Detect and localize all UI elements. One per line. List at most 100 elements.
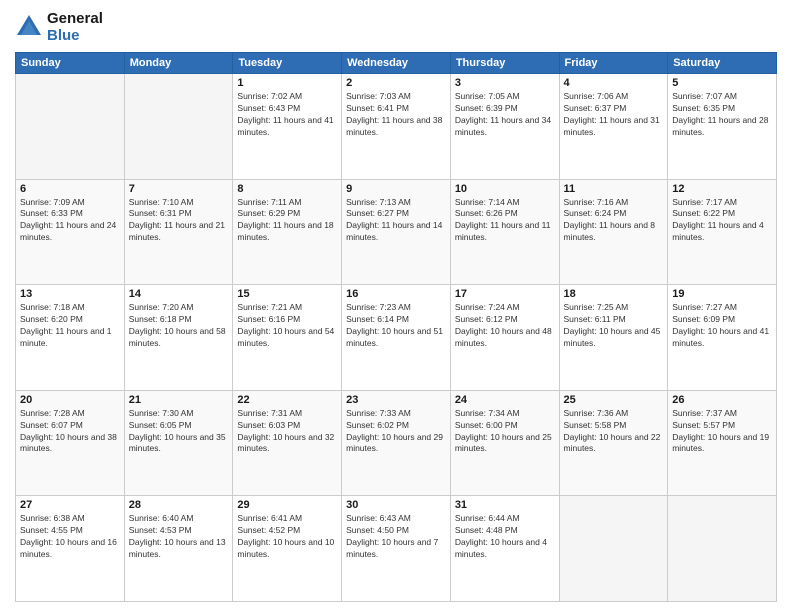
calendar-cell: 31 Sunrise: 6:44 AM Sunset: 4:48 PM Dayli… (450, 496, 559, 602)
weekday-thursday: Thursday (450, 53, 559, 74)
week-row-1: 1Sunrise: 7:02 AM Sunset: 6:43 PM Daylig… (16, 74, 777, 180)
calendar-cell: 16 Sunrise: 7:23 AM Sunset: 6:14 PM Dayli… (342, 285, 451, 391)
day-number: 16 (346, 288, 446, 300)
week-row-2: 6 Sunrise: 7:09 AM Sunset: 6:33 PM Daylig… (16, 179, 777, 285)
calendar-cell: 30 Sunrise: 6:43 AM Sunset: 4:50 PM Dayli… (342, 496, 451, 602)
day-number: 24 (455, 394, 555, 406)
header: General Blue (15, 10, 777, 44)
week-row-3: 13 Sunrise: 7:18 AM Sunset: 6:20 PM Dayli… (16, 285, 777, 391)
calendar-cell: 13 Sunrise: 7:18 AM Sunset: 6:20 PM Dayli… (16, 285, 125, 391)
page: General Blue SundayMondayTuesdayWednesda… (0, 0, 792, 612)
day-info: Sunrise: 6:40 AM Sunset: 4:53 PM Dayligh… (129, 513, 229, 561)
day-number: 9 (346, 183, 446, 195)
day-number: 1 (237, 77, 337, 89)
day-number: 18 (564, 288, 664, 300)
calendar-cell: 27 Sunrise: 6:38 AM Sunset: 4:55 PM Dayli… (16, 496, 125, 602)
calendar-cell: 15Sunrise: 7:21 AM Sunset: 6:16 PM Dayli… (233, 285, 342, 391)
day-number: 4 (564, 77, 664, 89)
day-info: Sunrise: 7:25 AM Sunset: 6:11 PM Dayligh… (564, 302, 664, 350)
calendar-cell: 6 Sunrise: 7:09 AM Sunset: 6:33 PM Daylig… (16, 179, 125, 285)
day-number: 23 (346, 394, 446, 406)
day-info: Sunrise: 6:38 AM Sunset: 4:55 PM Dayligh… (20, 513, 120, 561)
day-number: 3 (455, 77, 555, 89)
day-number: 28 (129, 499, 229, 511)
day-info: Sunrise: 6:43 AM Sunset: 4:50 PM Dayligh… (346, 513, 446, 561)
calendar-cell (124, 74, 233, 180)
calendar-cell: 19 Sunrise: 7:27 AM Sunset: 6:09 PM Dayli… (668, 285, 777, 391)
day-info: Sunrise: 7:03 AM Sunset: 6:41 PM Dayligh… (346, 91, 446, 139)
day-number: 29 (237, 499, 337, 511)
day-info: Sunrise: 7:05 AM Sunset: 6:39 PM Dayligh… (455, 91, 555, 139)
day-number: 27 (20, 499, 120, 511)
day-info: Sunrise: 7:31 AM Sunset: 6:03 PM Dayligh… (237, 408, 337, 456)
weekday-friday: Friday (559, 53, 668, 74)
day-number: 20 (20, 394, 120, 406)
logo-icon (15, 13, 43, 41)
day-number: 17 (455, 288, 555, 300)
day-number: 31 (455, 499, 555, 511)
day-info: Sunrise: 7:28 AM Sunset: 6:07 PM Dayligh… (20, 408, 120, 456)
calendar-table: SundayMondayTuesdayWednesdayThursdayFrid… (15, 52, 777, 602)
calendar-cell: 10 Sunrise: 7:14 AM Sunset: 6:26 PM Dayli… (450, 179, 559, 285)
calendar-cell: 4 Sunrise: 7:06 AM Sunset: 6:37 PM Daylig… (559, 74, 668, 180)
day-info: Sunrise: 7:34 AM Sunset: 6:00 PM Dayligh… (455, 408, 555, 456)
day-info: Sunrise: 7:30 AM Sunset: 6:05 PM Dayligh… (129, 408, 229, 456)
calendar-cell: 14Sunrise: 7:20 AM Sunset: 6:18 PM Dayli… (124, 285, 233, 391)
day-info: Sunrise: 7:13 AM Sunset: 6:27 PM Dayligh… (346, 197, 446, 245)
calendar-cell: 18 Sunrise: 7:25 AM Sunset: 6:11 PM Dayli… (559, 285, 668, 391)
day-number: 14 (129, 288, 229, 300)
day-info: Sunrise: 7:16 AM Sunset: 6:24 PM Dayligh… (564, 197, 664, 245)
day-number: 10 (455, 183, 555, 195)
weekday-saturday: Saturday (668, 53, 777, 74)
day-info: Sunrise: 7:06 AM Sunset: 6:37 PM Dayligh… (564, 91, 664, 139)
weekday-tuesday: Tuesday (233, 53, 342, 74)
weekday-header-row: SundayMondayTuesdayWednesdayThursdayFrid… (16, 53, 777, 74)
day-info: Sunrise: 7:09 AM Sunset: 6:33 PM Dayligh… (20, 197, 120, 245)
weekday-sunday: Sunday (16, 53, 125, 74)
day-info: Sunrise: 7:07 AM Sunset: 6:35 PM Dayligh… (672, 91, 772, 139)
day-info: Sunrise: 7:27 AM Sunset: 6:09 PM Dayligh… (672, 302, 772, 350)
calendar-cell: 21 Sunrise: 7:30 AM Sunset: 6:05 PM Dayli… (124, 390, 233, 496)
calendar-cell: 23 Sunrise: 7:33 AM Sunset: 6:02 PM Dayli… (342, 390, 451, 496)
calendar-cell: 17 Sunrise: 7:24 AM Sunset: 6:12 PM Dayli… (450, 285, 559, 391)
calendar-cell: 24 Sunrise: 7:34 AM Sunset: 6:00 PM Dayli… (450, 390, 559, 496)
day-number: 12 (672, 183, 772, 195)
day-number: 21 (129, 394, 229, 406)
day-info: Sunrise: 7:36 AM Sunset: 5:58 PM Dayligh… (564, 408, 664, 456)
day-number: 19 (672, 288, 772, 300)
calendar-cell: 22Sunrise: 7:31 AM Sunset: 6:03 PM Dayli… (233, 390, 342, 496)
day-info: Sunrise: 7:21 AM Sunset: 6:16 PM Dayligh… (237, 302, 337, 350)
calendar-cell: 3 Sunrise: 7:05 AM Sunset: 6:39 PM Daylig… (450, 74, 559, 180)
calendar-cell: 29Sunrise: 6:41 AM Sunset: 4:52 PM Dayli… (233, 496, 342, 602)
day-info: Sunrise: 7:24 AM Sunset: 6:12 PM Dayligh… (455, 302, 555, 350)
logo-text: General Blue (47, 10, 103, 44)
week-row-5: 27 Sunrise: 6:38 AM Sunset: 4:55 PM Dayli… (16, 496, 777, 602)
calendar-cell (668, 496, 777, 602)
day-number: 8 (237, 183, 337, 195)
calendar-cell: 1Sunrise: 7:02 AM Sunset: 6:43 PM Daylig… (233, 74, 342, 180)
calendar-cell: 28 Sunrise: 6:40 AM Sunset: 4:53 PM Dayli… (124, 496, 233, 602)
day-number: 30 (346, 499, 446, 511)
day-number: 7 (129, 183, 229, 195)
day-info: Sunrise: 7:11 AM Sunset: 6:29 PM Dayligh… (237, 197, 337, 245)
day-number: 2 (346, 77, 446, 89)
day-info: Sunrise: 7:23 AM Sunset: 6:14 PM Dayligh… (346, 302, 446, 350)
day-info: Sunrise: 6:44 AM Sunset: 4:48 PM Dayligh… (455, 513, 555, 561)
calendar-cell: 2 Sunrise: 7:03 AM Sunset: 6:41 PM Daylig… (342, 74, 451, 180)
day-info: Sunrise: 7:10 AM Sunset: 6:31 PM Dayligh… (129, 197, 229, 245)
calendar-cell: 25Sunrise: 7:36 AM Sunset: 5:58 PM Dayli… (559, 390, 668, 496)
day-info: Sunrise: 7:33 AM Sunset: 6:02 PM Dayligh… (346, 408, 446, 456)
logo: General Blue (15, 10, 103, 44)
day-info: Sunrise: 7:18 AM Sunset: 6:20 PM Dayligh… (20, 302, 120, 350)
week-row-4: 20 Sunrise: 7:28 AM Sunset: 6:07 PM Dayli… (16, 390, 777, 496)
day-number: 13 (20, 288, 120, 300)
day-number: 6 (20, 183, 120, 195)
day-number: 11 (564, 183, 664, 195)
weekday-wednesday: Wednesday (342, 53, 451, 74)
calendar-cell: 20 Sunrise: 7:28 AM Sunset: 6:07 PM Dayli… (16, 390, 125, 496)
calendar-cell: 7 Sunrise: 7:10 AM Sunset: 6:31 PM Daylig… (124, 179, 233, 285)
day-number: 5 (672, 77, 772, 89)
day-number: 26 (672, 394, 772, 406)
day-info: Sunrise: 7:14 AM Sunset: 6:26 PM Dayligh… (455, 197, 555, 245)
calendar-cell: 12Sunrise: 7:17 AM Sunset: 6:22 PM Dayli… (668, 179, 777, 285)
